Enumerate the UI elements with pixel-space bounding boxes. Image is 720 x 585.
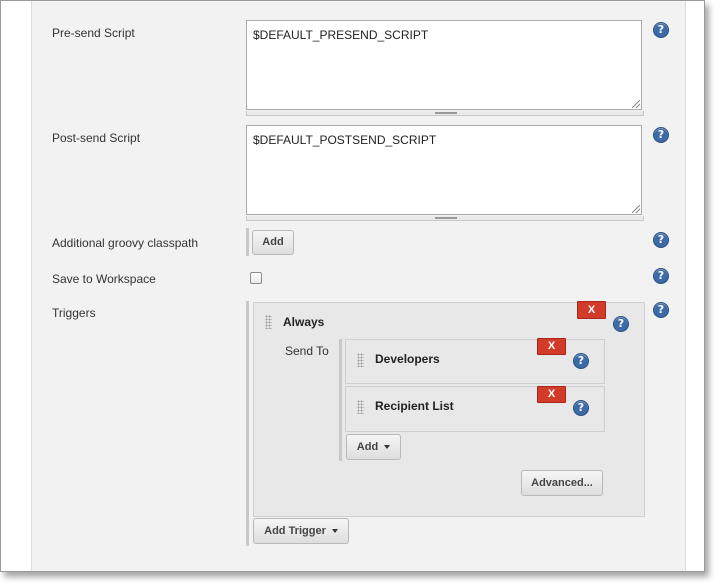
caret-down-icon [384,445,391,450]
help-icon[interactable]: ? [613,316,629,332]
classpath-label: Additional groovy classpath [52,236,199,250]
help-icon[interactable]: ? [573,353,589,369]
drag-handle-icon[interactable] [357,353,364,367]
help-icon[interactable]: ? [653,302,669,318]
add-trigger-label: Add Trigger [264,525,326,537]
triggers-indent-bar [246,301,249,546]
recipient-name: Developers [375,352,440,366]
send-to-indent-bar [339,339,342,461]
drag-handle-icon[interactable] [265,315,272,329]
presend-resize-bar[interactable] [246,111,644,116]
remove-recipient-button[interactable]: X [537,386,566,403]
workspace-label: Save to Workspace [52,272,156,286]
postsend-value: $DEFAULT_POSTSEND_SCRIPT [253,133,437,147]
remove-recipient-button[interactable]: X [537,338,566,355]
presend-value: $DEFAULT_PRESEND_SCRIPT [253,28,429,42]
presend-label: Pre-send Script [52,26,135,40]
trigger-name: Always [283,315,325,329]
config-form: Pre-send Script $DEFAULT_PRESEND_SCRIPT … [0,0,705,572]
send-to-label: Send To [285,344,329,358]
classpath-add-button[interactable]: Add [252,230,294,255]
postsend-resize-bar[interactable] [246,216,644,221]
recipient-panel-recipient-list: Recipient List X ? [345,386,605,432]
postsend-textarea[interactable]: $DEFAULT_POSTSEND_SCRIPT [246,125,642,215]
help-icon[interactable]: ? [573,400,589,416]
add-trigger-button[interactable]: Add Trigger [253,518,349,544]
help-icon[interactable]: ? [653,232,669,248]
help-icon[interactable]: ? [653,22,669,38]
left-gutter [1,1,32,571]
remove-trigger-button[interactable]: X [577,301,606,319]
add-recipient-label: Add [356,441,379,453]
advanced-button[interactable]: Advanced... [521,470,603,496]
drag-handle-icon[interactable] [357,400,364,414]
triggers-label: Triggers [52,306,96,320]
recipient-name: Recipient List [375,399,454,413]
trigger-panel-always: Always X ? Send To Developers X ? Recipi… [253,301,645,517]
classpath-indent-bar [246,228,249,256]
workspace-checkbox[interactable] [250,272,262,284]
resize-grip-icon[interactable] [632,205,640,213]
presend-textarea[interactable]: $DEFAULT_PRESEND_SCRIPT [246,20,642,110]
right-gutter [685,1,704,571]
help-icon[interactable]: ? [653,127,669,143]
resize-grip-icon[interactable] [632,100,640,108]
postsend-label: Post-send Script [52,131,141,145]
help-icon[interactable]: ? [653,268,669,284]
recipient-panel-developers: Developers X ? [345,338,605,384]
add-recipient-button[interactable]: Add [346,434,401,460]
caret-down-icon [331,529,338,534]
